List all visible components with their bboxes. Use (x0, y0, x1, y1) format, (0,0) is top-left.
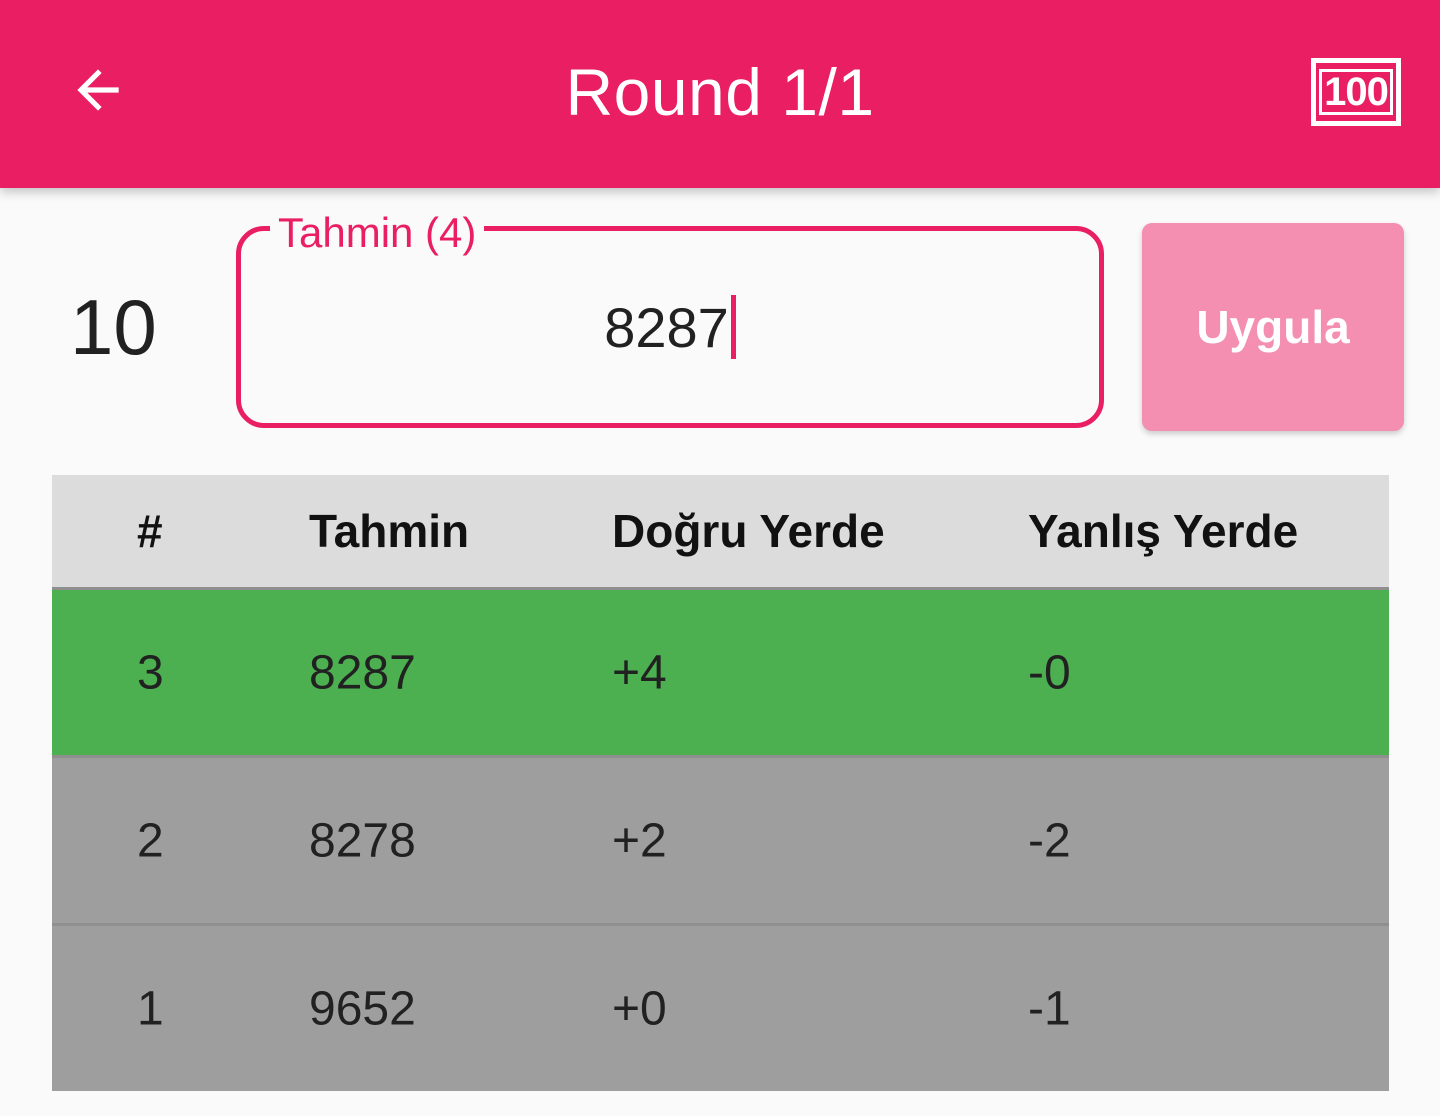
row-misplaced: -1 (1028, 982, 1071, 1035)
row-number: 2 (137, 814, 164, 867)
table-header: # Tahmin Doğru Yerde Yanlış Yerde (52, 475, 1389, 587)
row-number: 1 (137, 982, 164, 1035)
guess-input[interactable]: 8287 (236, 226, 1104, 428)
header-number: # (137, 505, 163, 557)
remaining-attempts: 10 (70, 283, 157, 371)
apply-button[interactable]: Uygula (1142, 223, 1404, 431)
header-correct-place: Doğru Yerde (612, 505, 885, 557)
row-correct: +0 (612, 982, 667, 1035)
row-guess: 8287 (309, 646, 416, 699)
back-button[interactable] (50, 44, 146, 140)
arrow-left-icon (67, 59, 129, 125)
score-100-icon: 100 (1311, 58, 1401, 126)
guess-input-value: 8287 (604, 295, 729, 359)
table-row: 2 8278 +2 -2 (52, 755, 1389, 923)
row-guess: 9652 (309, 982, 416, 1035)
guess-history-table: # Tahmin Doğru Yerde Yanlış Yerde 3 8287… (52, 475, 1389, 1091)
row-number: 3 (137, 646, 164, 699)
header-wrong-place: Yanlış Yerde (1028, 505, 1299, 557)
row-misplaced: -0 (1028, 646, 1071, 699)
score-icon-text: 100 (1319, 69, 1393, 115)
row-correct: +2 (612, 814, 667, 867)
table-row: 3 8287 +4 -0 (52, 587, 1389, 755)
row-guess: 8278 (309, 814, 416, 867)
header-guess: Tahmin (309, 505, 470, 557)
page-title: Round 1/1 (565, 55, 875, 129)
row-correct: +4 (612, 646, 667, 699)
score-button[interactable]: 100 (1300, 44, 1412, 140)
text-caret (730, 295, 736, 359)
app-bar: Round 1/1 100 (0, 0, 1440, 188)
row-misplaced: -2 (1028, 814, 1071, 867)
table-row: 1 9652 +0 -1 (52, 923, 1389, 1091)
